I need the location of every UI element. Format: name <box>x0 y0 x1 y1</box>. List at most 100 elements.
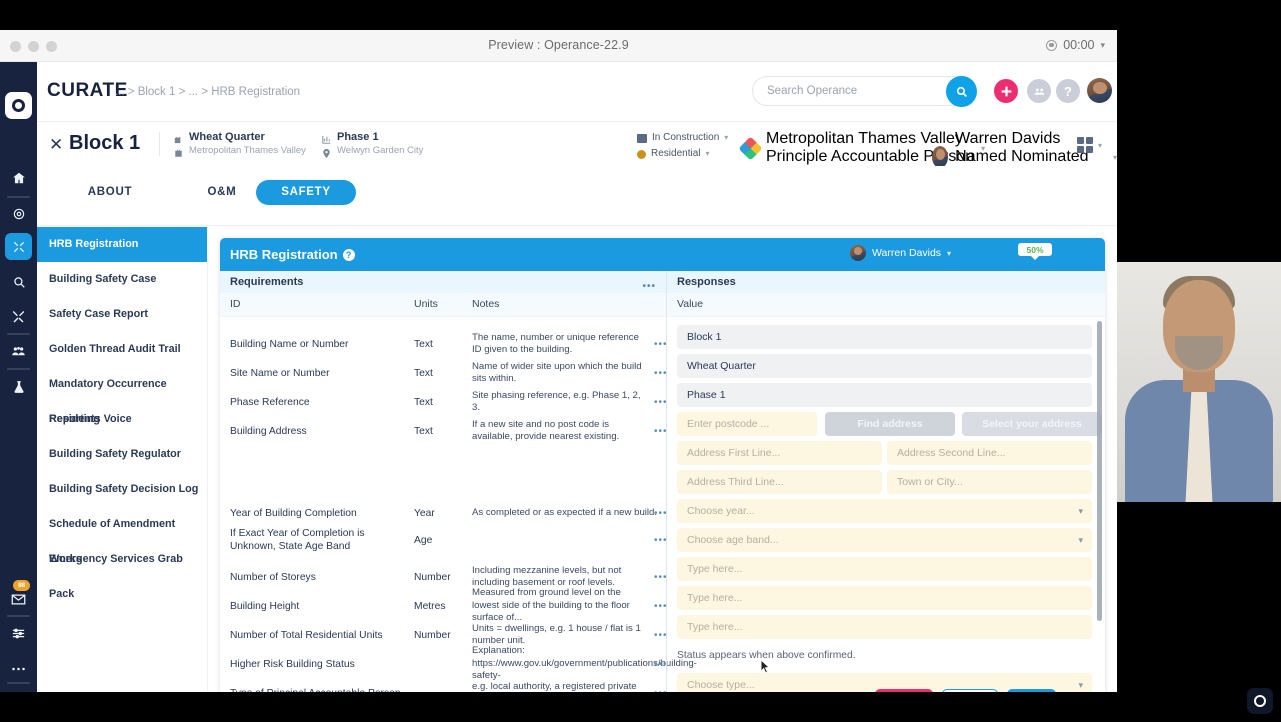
address-line-3-input[interactable]: Address Third Line... <box>677 470 882 494</box>
mail-icon[interactable] <box>5 586 32 613</box>
tools-icon[interactable] <box>5 303 32 330</box>
building-name-field[interactable]: Block 1 <box>677 325 1092 349</box>
site-meta: Wheat Quarter Metropolitan Thames Valley <box>174 131 306 157</box>
target-icon[interactable] <box>5 200 32 227</box>
address-line-2-input[interactable]: Address Second Line... <box>887 441 1092 465</box>
chevron-down-icon[interactable]: ▾ <box>947 249 951 258</box>
help-icon[interactable]: ? <box>342 248 355 261</box>
close-icon[interactable]: ✕ <box>49 135 63 155</box>
table-row[interactable]: Type of Principal Accountable Person e.g… <box>220 678 667 693</box>
search-box[interactable] <box>752 76 977 107</box>
status-tags: In Construction ▾ Residential ▾ <box>637 130 728 162</box>
external-link-icon[interactable] <box>5 687 32 692</box>
reset-button[interactable]: Reset <box>942 689 998 692</box>
building-icon <box>637 133 647 143</box>
sidebar-item-building-safety-decision-log[interactable]: Building Safety Decision Log <box>37 472 207 507</box>
sidebar-item-building-safety-regulator[interactable]: Building Safety Regulator <box>37 437 207 472</box>
chevron-down-icon[interactable]: ▾ <box>705 146 709 162</box>
age-band-select[interactable]: Choose age band... ▾ <box>677 528 1092 552</box>
responses-scrollbar[interactable] <box>1097 321 1102 621</box>
requirement-id: Type of Principal Accountable Person <box>230 687 410 693</box>
sliders-icon[interactable] <box>5 620 32 647</box>
more-icon[interactable] <box>5 655 32 682</box>
card-header: HRB Registration ? Warren Davids ▾ 50% <box>220 238 1105 271</box>
people-icon[interactable] <box>5 338 32 365</box>
video-overlay[interactable] <box>1117 0 1281 722</box>
presenter-video <box>1117 262 1281 502</box>
group-icon[interactable] <box>1027 79 1051 103</box>
building-height-input[interactable]: Type here... <box>677 586 1092 610</box>
chevron-down-icon[interactable]: ▾ <box>1078 535 1083 546</box>
flask-icon[interactable] <box>5 373 32 400</box>
residential-units-input[interactable]: Type here... <box>677 615 1092 639</box>
requirement-units: Text <box>414 425 433 437</box>
sidebar-item-building-safety-case[interactable]: Building Safety Case <box>37 262 207 297</box>
home-icon[interactable] <box>5 164 32 191</box>
search-icon[interactable] <box>5 268 32 295</box>
sidebar-item-schedule-of-amendment-works[interactable]: Schedule of Amendment Works <box>37 507 207 565</box>
storeys-input[interactable]: Type here... <box>677 557 1092 581</box>
address-line-1-input[interactable]: Address First Line... <box>677 441 882 465</box>
tab-safety[interactable]: SAFETY <box>256 180 356 205</box>
card-owner-name: Warren Davids <box>872 247 942 259</box>
table-row[interactable]: Year of Building Completion Year As comp… <box>220 503 667 523</box>
sidebar-item-safety-case-report[interactable]: Safety Case Report <box>37 297 207 332</box>
table-row[interactable]: Building Address Text If a new site and … <box>220 416 667 446</box>
search-input[interactable] <box>767 85 932 97</box>
table-row[interactable]: Building Name or Number Text The name, n… <box>220 329 667 359</box>
add-button[interactable] <box>994 79 1018 103</box>
postcode-input[interactable]: Enter postcode ... <box>677 412 817 436</box>
sidebar-item-residents-voice[interactable]: Residents Voice <box>37 402 207 437</box>
layout-switcher[interactable]: ▾ <box>1077 137 1102 153</box>
status-badge-residential[interactable]: Residential ▾ <box>637 146 728 162</box>
search-icon[interactable] <box>946 76 977 107</box>
tab-about[interactable]: ABOUT <box>55 180 165 204</box>
card-owner[interactable]: Warren Davids ▾ <box>850 245 951 261</box>
table-row[interactable]: Site Name or Number Text Name of wider s… <box>220 358 667 388</box>
help-icon[interactable]: ? <box>1056 79 1080 103</box>
requirement-id: Phase Reference <box>230 396 310 408</box>
progress-indicator: 50% <box>975 243 1095 260</box>
table-row[interactable]: Phase Reference Text Site phasing refere… <box>220 390 667 414</box>
chevron-down-icon[interactable]: ▾ <box>1098 141 1102 150</box>
requirement-units: Number <box>414 571 451 583</box>
avatar <box>932 146 949 168</box>
table-row[interactable]: Higher Risk Building Status Explanation:… <box>220 645 697 681</box>
action-buttons: + Line Reset Save <box>875 689 1056 692</box>
add-line-button[interactable]: + Line <box>875 689 934 692</box>
sidebar-item-mandatory-occurrence-reporting[interactable]: Mandatory Occurrence Reporting <box>37 367 207 425</box>
collapse-icon[interactable] <box>5 233 32 260</box>
chevron-down-icon[interactable]: ▾ <box>724 130 728 146</box>
grid-icon <box>1077 137 1093 153</box>
phase-sub: Welwyn Garden City <box>337 145 424 156</box>
year-select-value: Choose year... <box>687 505 755 517</box>
requirement-id: Higher Risk Building Status <box>230 658 355 670</box>
sidebar-item-hrb-registration[interactable]: HRB Registration <box>37 227 207 262</box>
pin-icon <box>321 146 332 164</box>
column-header-id: ID <box>230 298 241 310</box>
sidebar-item-golden-thread-audit-trail[interactable]: Golden Thread Audit Trail <box>37 332 207 367</box>
year-select[interactable]: Choose year... ▾ <box>677 499 1092 523</box>
site-name-field[interactable]: Wheat Quarter <box>677 354 1092 378</box>
window-titlebar: Preview : Operance-22.9 00:00 ▾ <box>0 30 1117 62</box>
find-address-button[interactable]: Find address <box>825 412 955 436</box>
sidebar-item-emergency-services-grab-pack[interactable]: Emergency Services Grab Pack <box>37 542 207 600</box>
recording-clock[interactable]: 00:00 ▾ <box>1046 38 1105 52</box>
save-button[interactable]: Save <box>1006 689 1056 692</box>
select-address-button[interactable]: Select your address <box>962 412 1102 436</box>
avatar[interactable] <box>1087 78 1112 103</box>
chevron-down-icon[interactable]: ▾ <box>1100 40 1105 51</box>
status-badge-construction[interactable]: In Construction ▾ <box>637 130 728 146</box>
record-icon <box>1046 39 1058 51</box>
phase-reference-field[interactable]: Phase 1 <box>677 383 1092 407</box>
table-row[interactable]: If Exact Year of Completion is Unknown, … <box>220 525 667 555</box>
app-logo[interactable] <box>5 92 32 119</box>
table-row[interactable]: Building Height Metres Measured from gro… <box>220 587 667 623</box>
requirement-notes: e.g. local authority, a registered priva… <box>472 680 637 692</box>
chevron-down-icon[interactable]: ▾ <box>1078 680 1083 691</box>
breadcrumb[interactable]: ... > Block 1 > ... > HRB Registration <box>115 86 300 98</box>
town-or-city-input[interactable]: Town or City... <box>887 470 1092 494</box>
requirements-rows: Building Name or Number Text The name, n… <box>220 317 697 693</box>
column-header-value: Value <box>677 298 704 310</box>
chevron-down-icon[interactable]: ▾ <box>1078 506 1083 517</box>
